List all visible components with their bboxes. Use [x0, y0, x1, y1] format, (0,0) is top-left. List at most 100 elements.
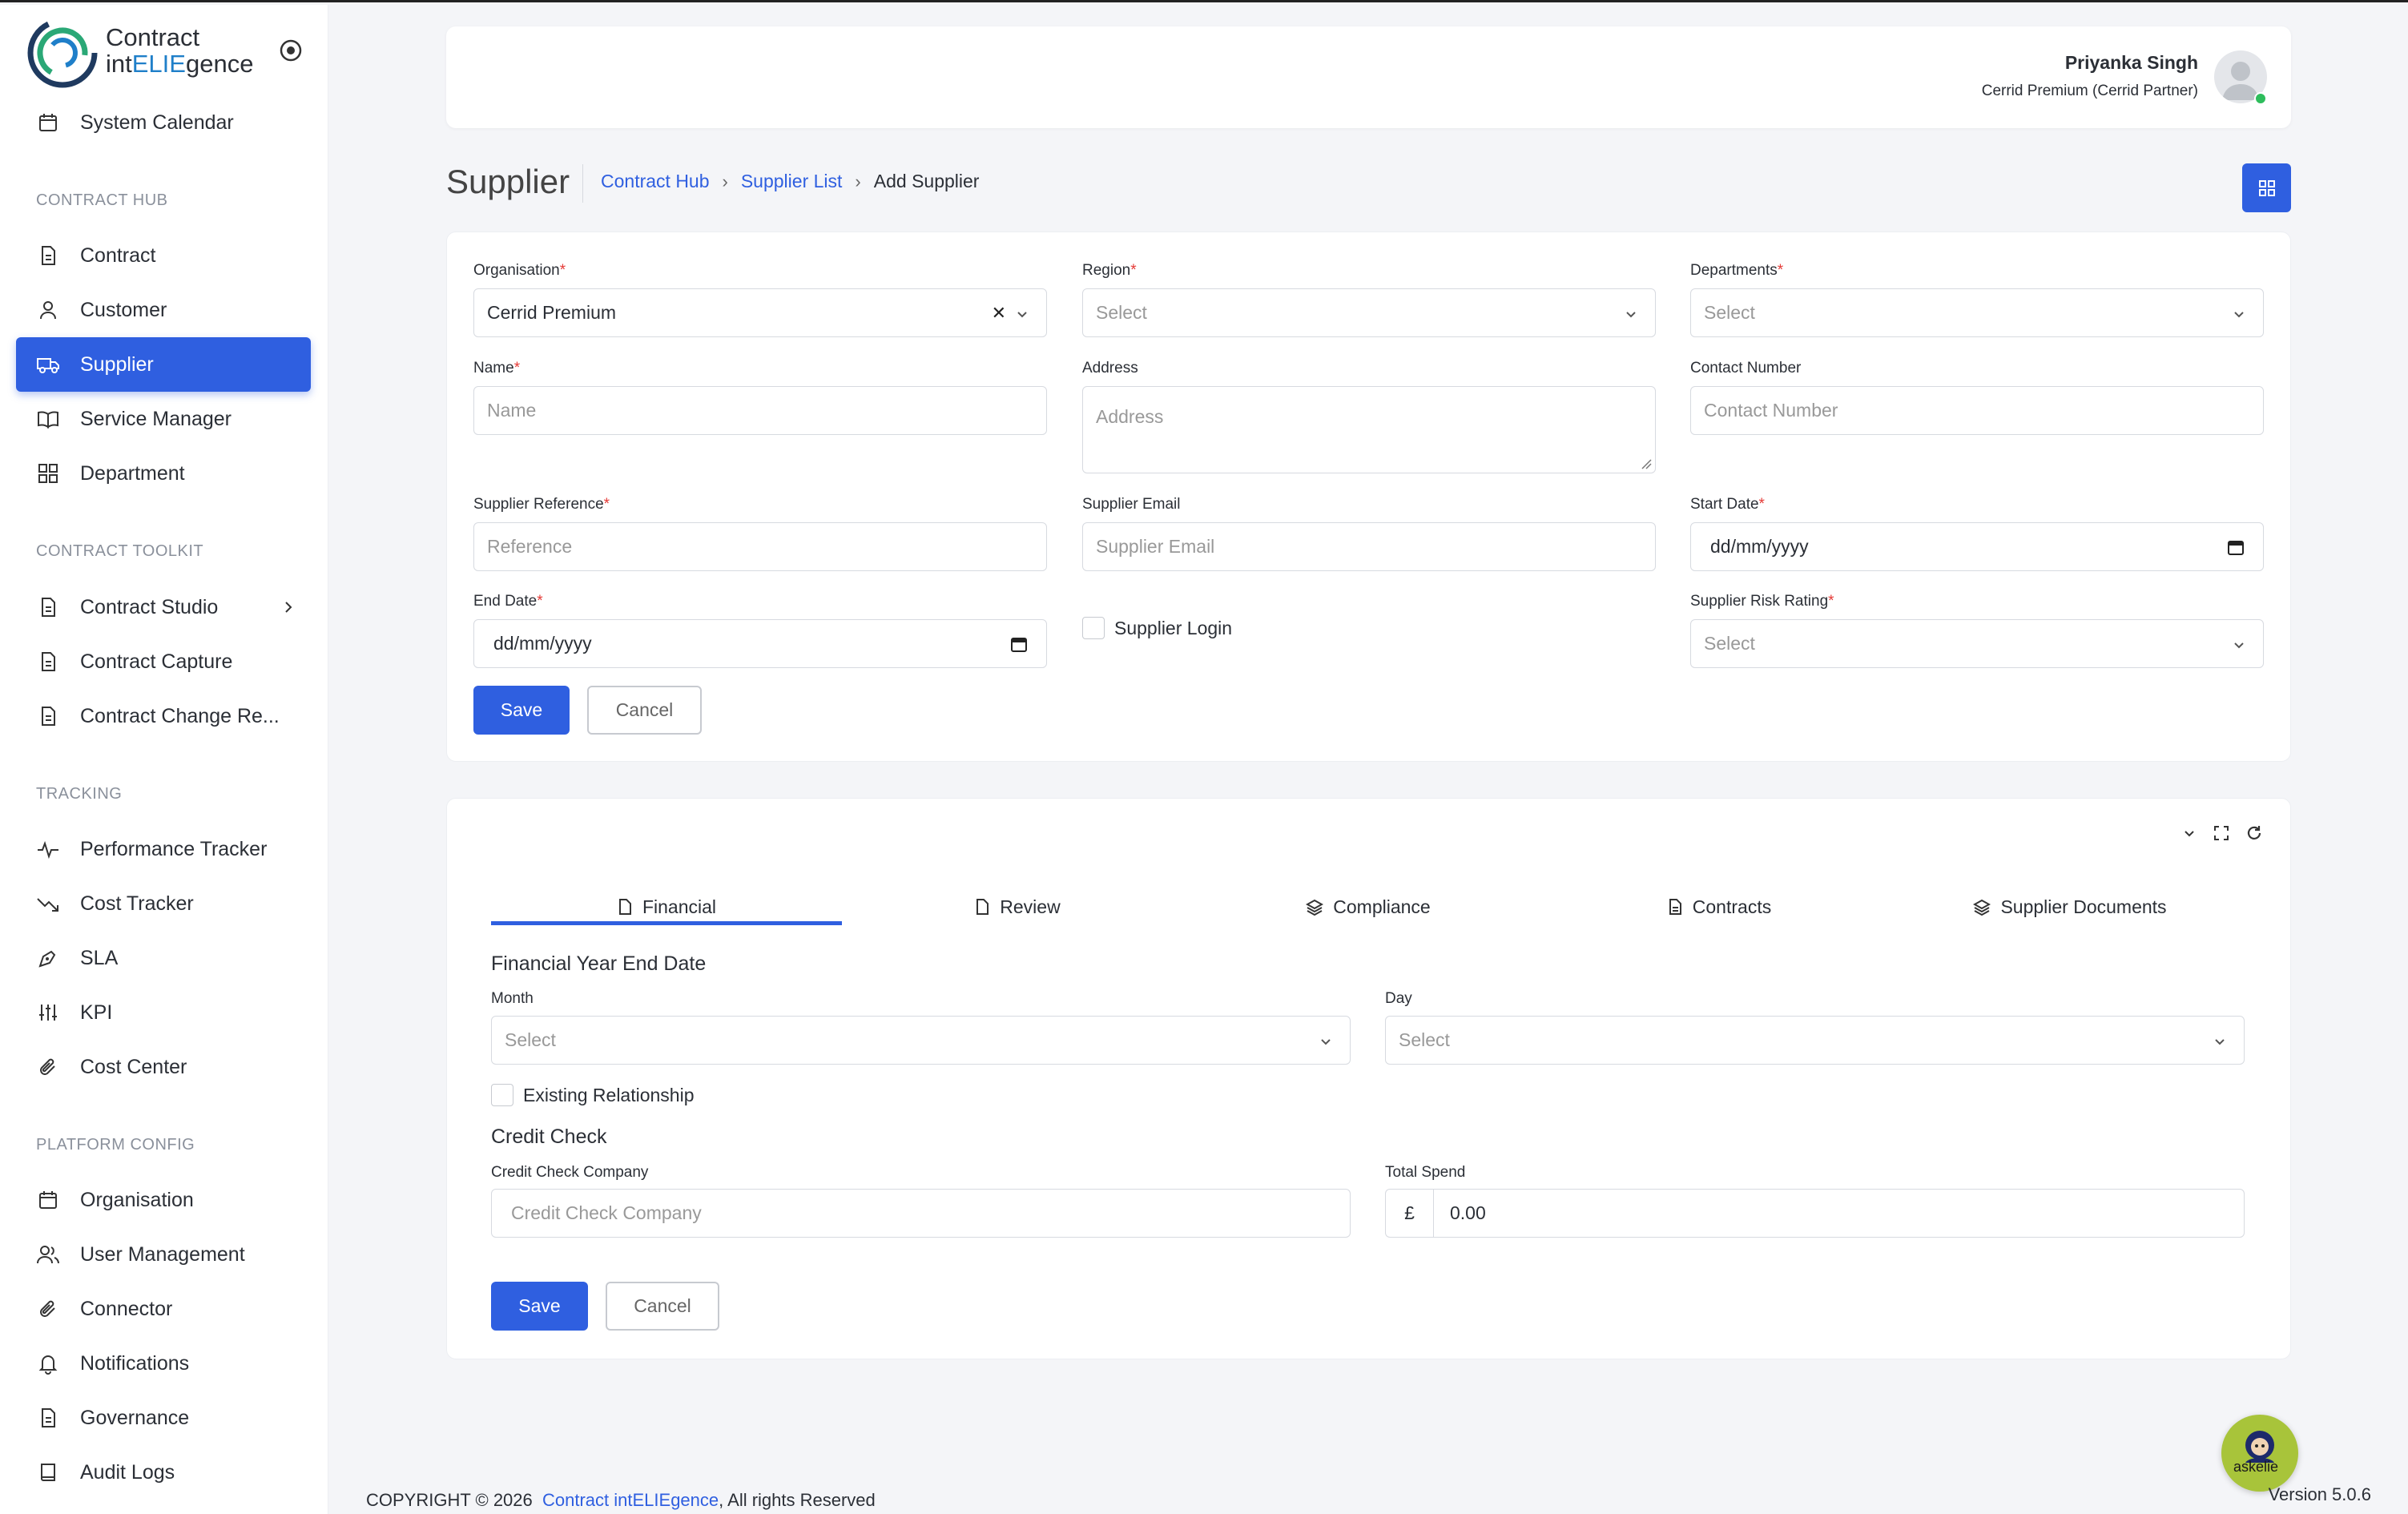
breadcrumb-contract-hub[interactable]: Contract Hub: [601, 171, 710, 192]
sidebar-item-organisation[interactable]: Organisation: [16, 1173, 311, 1227]
day-select[interactable]: Select: [1385, 1016, 2245, 1065]
day-placeholder: Select: [1399, 1029, 1450, 1050]
chevron-down-icon: [1014, 305, 1030, 327]
risk-rating-placeholder: Select: [1704, 633, 1755, 654]
sidebar-item-performance-tracker[interactable]: Performance Tracker: [16, 822, 311, 876]
tab-label: Compliance: [1333, 896, 1431, 917]
sidebar-item-label: Contract Change Re...: [80, 704, 280, 727]
fullscreen-icon[interactable]: [2213, 824, 2230, 846]
user-role: Cerrid Premium (Cerrid Partner): [1981, 83, 2198, 99]
footer-brand-link[interactable]: Contract intELIEgence: [542, 1490, 719, 1510]
sidebar-item-contract-change-request[interactable]: Contract Change Re...: [16, 689, 311, 743]
sidebar-item-label: Contract: [80, 244, 156, 267]
sidebar-item-cost-tracker[interactable]: Cost Tracker: [16, 876, 311, 931]
section-title-contract-hub: CONTRACT HUB: [36, 191, 168, 209]
sidebar-item-label: Service Manager: [80, 407, 232, 430]
sidebar-item-cost-center[interactable]: Cost Center: [16, 1040, 311, 1094]
section-title-tracking: TRACKING: [36, 785, 123, 803]
tab-label: Supplier Documents: [2000, 896, 2167, 917]
existing-relationship-checkbox[interactable]: [491, 1084, 513, 1106]
save-button[interactable]: Save: [473, 686, 570, 735]
start-date-input[interactable]: dd/mm/yyyy: [1690, 522, 2264, 571]
sidebar-item-contract[interactable]: Contract: [16, 228, 311, 283]
sidebar-item-system-calendar[interactable]: System Calendar: [16, 95, 311, 150]
sidebar-item-audit-logs[interactable]: Audit Logs: [16, 1445, 311, 1500]
name-input[interactable]: Name: [473, 386, 1047, 435]
month-placeholder: Select: [505, 1029, 556, 1050]
document-icon: [35, 243, 61, 268]
supplier-risk-rating-label: Supplier Risk Rating*: [1690, 593, 1834, 610]
sidebar-item-contract-studio[interactable]: Contract Studio: [16, 580, 311, 634]
breadcrumb-add-supplier: Add Supplier: [873, 171, 980, 191]
tab-financial[interactable]: Financial: [491, 888, 842, 926]
supplier-details-card: [446, 798, 2291, 1359]
sidebar-item-label: Connector: [80, 1297, 173, 1320]
financial-save-button[interactable]: Save: [491, 1282, 588, 1331]
resize-handle-icon[interactable]: [1641, 458, 1652, 469]
region-label: Region*: [1082, 262, 1137, 279]
sidebar-item-label: Customer: [80, 298, 167, 321]
organisation-label: Organisation*: [473, 262, 566, 279]
document-icon: [35, 594, 61, 620]
supplier-login-checkbox[interactable]: [1082, 617, 1105, 639]
month-select[interactable]: Select: [491, 1016, 1351, 1065]
sidebar-item-contract-capture[interactable]: Contract Capture: [16, 634, 311, 689]
sidebar-item-sla[interactable]: SLA: [16, 931, 311, 985]
sidebar-item-user-management[interactable]: User Management: [16, 1227, 311, 1282]
supplier-email-input[interactable]: Supplier Email: [1082, 522, 1656, 571]
collapse-chevron-icon[interactable]: [2180, 824, 2198, 846]
departments-select[interactable]: Select: [1690, 288, 2264, 337]
collapse-sidebar-icon[interactable]: [279, 38, 303, 62]
chevron-down-icon: [1318, 1033, 1334, 1054]
app-logo[interactable]: Contract intELIEgence: [26, 16, 266, 88]
grid-icon: [2258, 179, 2275, 196]
address-textarea[interactable]: Address: [1082, 386, 1656, 473]
sidebar-item-department[interactable]: Department: [16, 446, 311, 501]
cancel-button[interactable]: Cancel: [587, 686, 702, 735]
sidebar-item-governance[interactable]: Governance: [16, 1391, 311, 1445]
sidebar-item-notifications[interactable]: Notifications: [16, 1336, 311, 1391]
supplier-reference-input[interactable]: Reference: [473, 522, 1047, 571]
chevron-down-icon: [2231, 636, 2247, 658]
logo-line-2: intELIEgence: [106, 50, 254, 78]
tab-compliance[interactable]: Compliance: [1193, 888, 1544, 926]
askelie-assistant-button[interactable]: [2221, 1415, 2298, 1492]
contact-number-input[interactable]: Contact Number: [1690, 386, 2264, 435]
calendar-icon[interactable]: [1009, 634, 1029, 658]
sidebar-item-label: Supplier: [80, 352, 154, 376]
financial-year-end-heading: Financial Year End Date: [491, 952, 707, 975]
tab-supplier-documents[interactable]: Supplier Documents: [1895, 888, 2245, 926]
users-icon: [35, 1242, 61, 1267]
refresh-icon[interactable]: [2245, 823, 2264, 847]
clear-icon[interactable]: ✕: [992, 303, 1006, 324]
tab-contracts[interactable]: Contracts: [1544, 888, 1895, 926]
calendar-icon[interactable]: [2226, 538, 2245, 562]
sidebar-item-label: System Calendar: [80, 111, 234, 134]
sidebar-item-supplier[interactable]: Supplier: [16, 337, 311, 392]
document-icon: [1667, 898, 1683, 916]
credit-check-company-input[interactable]: Credit Check Company: [491, 1189, 1351, 1238]
supplier-email-label: Supplier Email: [1082, 496, 1181, 513]
sidebar-item-label: KPI: [80, 1001, 113, 1024]
title-divider: [582, 164, 583, 203]
end-date-input[interactable]: dd/mm/yyyy: [473, 619, 1047, 668]
tab-review[interactable]: Review: [842, 888, 1193, 926]
sidebar-item-kpi[interactable]: KPI: [16, 985, 311, 1040]
breadcrumb-chevron-icon: ›: [722, 171, 728, 191]
financial-cancel-button[interactable]: Cancel: [606, 1282, 719, 1331]
card-tools: [2180, 823, 2264, 847]
logo-swirl-icon: [27, 18, 98, 88]
sidebar-item-connector[interactable]: Connector: [16, 1282, 311, 1336]
sidebar-item-service-manager[interactable]: Service Manager: [16, 392, 311, 446]
apps-grid-button[interactable]: [2242, 163, 2291, 212]
askelie-label: askelie: [2233, 1459, 2279, 1475]
organisation-select[interactable]: Cerrid Premium ✕: [473, 288, 1047, 337]
total-spend-input[interactable]: 0.00: [1433, 1189, 2245, 1238]
supplier-risk-rating-select[interactable]: Select: [1690, 619, 2264, 668]
sidebar-item-customer[interactable]: Customer: [16, 283, 311, 337]
file-icon: [974, 898, 990, 916]
supplier-login-label: Supplier Login: [1114, 618, 1233, 638]
document-icon: [35, 703, 61, 729]
region-select[interactable]: Select: [1082, 288, 1656, 337]
breadcrumb-supplier-list[interactable]: Supplier List: [741, 171, 843, 192]
